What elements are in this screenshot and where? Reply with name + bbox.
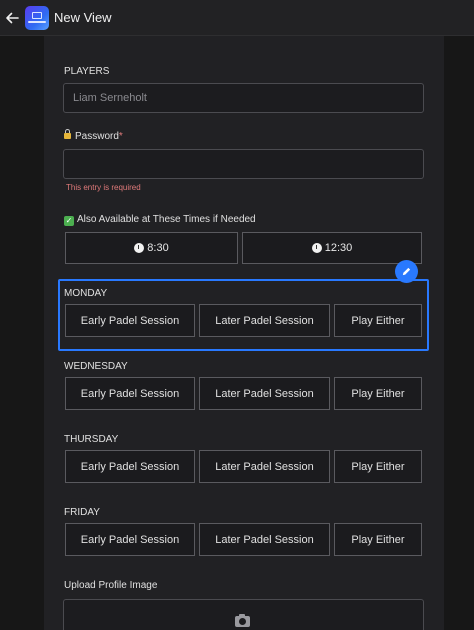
time-option-830[interactable]: 8:30	[65, 232, 238, 264]
check-box-icon: ✓	[64, 216, 74, 226]
wednesday-either-button[interactable]: Play Either	[334, 377, 422, 410]
password-label: Password*	[64, 129, 123, 142]
players-placeholder: Liam Serneholt	[73, 92, 147, 104]
thursday-later-button[interactable]: Later Padel Session	[199, 450, 330, 483]
lock-icon	[64, 129, 71, 139]
day-label-wednesday: WEDNESDAY	[64, 361, 128, 372]
time-option-1230[interactable]: 12:30	[242, 232, 422, 264]
players-input[interactable]: Liam Serneholt	[63, 83, 424, 113]
pencil-icon	[402, 267, 411, 276]
password-error: This entry is required	[66, 183, 141, 192]
back-button[interactable]	[0, 0, 24, 36]
wednesday-later-button[interactable]: Later Padel Session	[199, 377, 330, 410]
players-label: PLAYERS	[64, 66, 110, 77]
password-input[interactable]	[63, 149, 424, 179]
edit-button[interactable]	[395, 260, 418, 283]
upload-label: Upload Profile Image	[64, 580, 158, 591]
top-bar: New View	[0, 0, 474, 36]
thursday-early-button[interactable]: Early Padel Session	[65, 450, 195, 483]
availability-label: ✓ Also Available at These Times if Needed	[64, 214, 256, 226]
clock-icon	[311, 243, 322, 253]
camera-icon	[235, 614, 250, 627]
thursday-either-button[interactable]: Play Either	[334, 450, 422, 483]
app-logo	[25, 5, 49, 30]
clock-icon	[134, 243, 145, 253]
wednesday-early-button[interactable]: Early Padel Session	[65, 377, 195, 410]
monday-later-button[interactable]: Later Padel Session	[199, 304, 330, 337]
day-label-friday: FRIDAY	[64, 507, 100, 518]
day-label-thursday: THURSDAY	[64, 434, 119, 445]
required-mark: *	[118, 131, 123, 142]
friday-later-button[interactable]: Later Padel Session	[199, 523, 330, 556]
day-label-monday: MONDAY	[64, 288, 108, 299]
monday-either-button[interactable]: Play Either	[334, 304, 422, 337]
friday-either-button[interactable]: Play Either	[334, 523, 422, 556]
arrow-left-icon	[6, 12, 19, 23]
page-title: New View	[54, 10, 112, 25]
monday-early-button[interactable]: Early Padel Session	[65, 304, 195, 337]
friday-early-button[interactable]: Early Padel Session	[65, 523, 195, 556]
